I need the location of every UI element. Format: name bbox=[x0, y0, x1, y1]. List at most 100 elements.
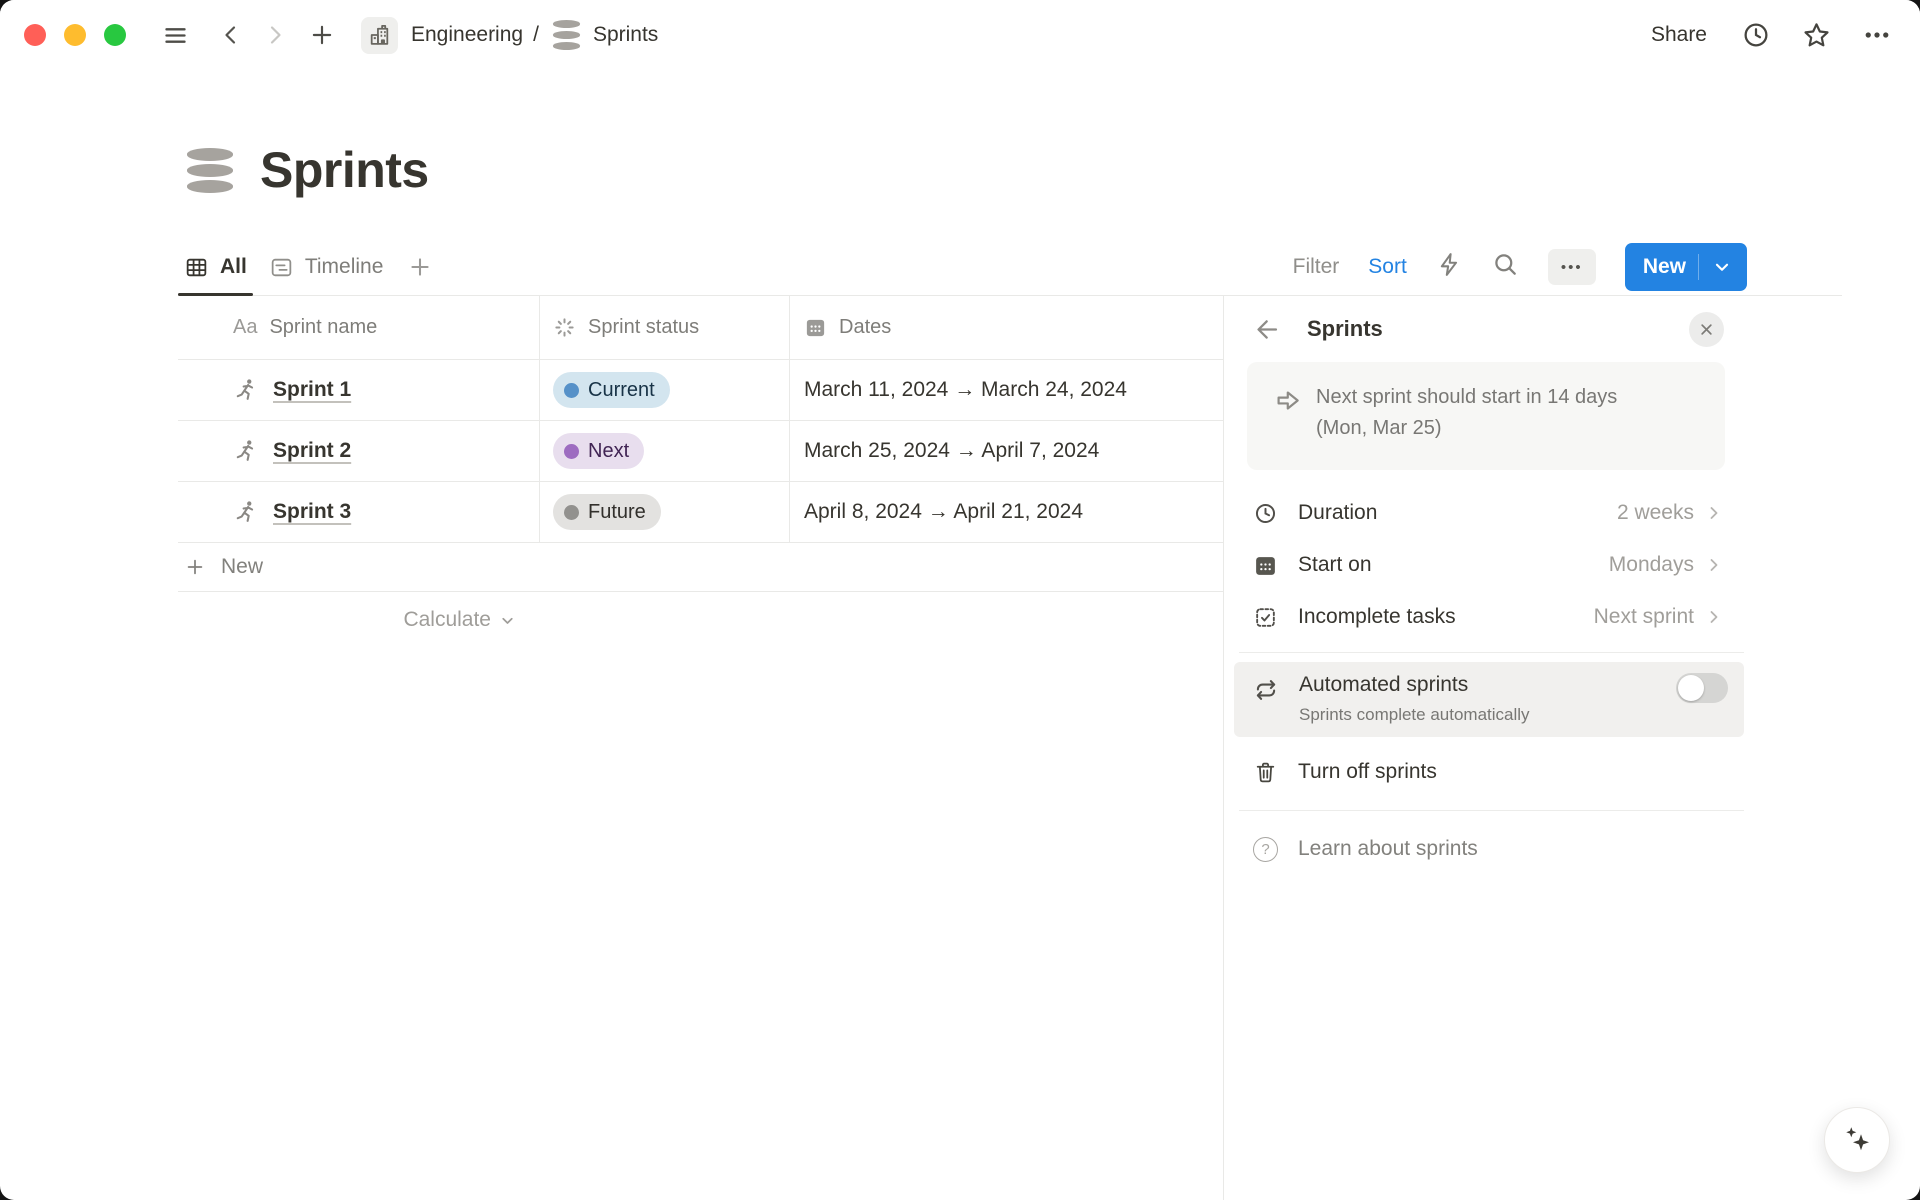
repeat-icon bbox=[1253, 677, 1279, 703]
cell-sprint-name[interactable]: Sprint 1 bbox=[178, 360, 540, 420]
cell-sprint-status[interactable]: Future bbox=[540, 482, 790, 542]
automations-lightning-icon[interactable] bbox=[1436, 251, 1463, 283]
back-icon[interactable] bbox=[219, 23, 243, 47]
callout-line1: Next sprint should start in 14 days bbox=[1316, 382, 1617, 413]
new-entry-label: New bbox=[1643, 255, 1686, 279]
close-panel-button[interactable] bbox=[1689, 312, 1724, 347]
breadcrumb-workspace[interactable]: Engineering bbox=[411, 23, 523, 47]
status-dot bbox=[564, 383, 579, 398]
clock-icon bbox=[1253, 501, 1278, 526]
more-options-icon[interactable] bbox=[1862, 20, 1892, 50]
cell-dates[interactable]: March 25, 2024 → April 7, 2024 bbox=[790, 421, 1223, 481]
top-bar: Engineering / Sprints Share bbox=[0, 0, 1920, 70]
add-row-label: New bbox=[221, 555, 263, 579]
next-sprint-callout: Next sprint should start in 14 days (Mon… bbox=[1247, 362, 1725, 470]
view-options-icon[interactable]: ••• bbox=[1548, 249, 1596, 285]
back-arrow-icon[interactable] bbox=[1253, 315, 1282, 344]
breadcrumb-page[interactable]: Sprints bbox=[593, 23, 658, 47]
view-tabs: All Timeline bbox=[178, 239, 389, 295]
page-title: Sprints bbox=[260, 141, 429, 199]
sprint-settings-list: Duration 2 weeks Start on Mondays Incomp… bbox=[1253, 487, 1724, 643]
forward-icon[interactable] bbox=[263, 23, 287, 47]
sprint-page-link[interactable]: Sprint 2 bbox=[273, 439, 351, 463]
add-row-button[interactable]: New bbox=[178, 543, 1223, 592]
date-range: March 25, 2024 → April 7, 2024 bbox=[804, 439, 1099, 463]
cell-sprint-status[interactable]: Current bbox=[540, 360, 790, 420]
workspace-building-icon[interactable] bbox=[361, 17, 398, 54]
setting-duration[interactable]: Duration 2 weeks bbox=[1253, 487, 1724, 539]
sprint-page-link[interactable]: Sprint 1 bbox=[273, 378, 351, 402]
status-label: Current bbox=[588, 379, 655, 402]
table-view-icon bbox=[184, 255, 209, 280]
status-label: Next bbox=[588, 440, 629, 463]
share-button[interactable]: Share bbox=[1651, 23, 1707, 47]
column-label: Sprint name bbox=[269, 316, 377, 339]
toggle-knob bbox=[1678, 675, 1704, 701]
close-window-button[interactable] bbox=[24, 24, 46, 46]
column-header-dates[interactable]: Dates bbox=[790, 296, 1223, 359]
new-button-divider bbox=[1698, 254, 1699, 280]
updates-clock-icon[interactable] bbox=[1741, 20, 1771, 50]
table-row: Sprint 3 Future April 8, 2024 → April 21… bbox=[178, 482, 1223, 543]
view-toolbar: All Timeline Filter Sort ••• New bbox=[178, 239, 1842, 296]
setting-start-on[interactable]: Start on Mondays bbox=[1253, 539, 1724, 591]
panel-divider bbox=[1239, 810, 1744, 811]
column-header-sprint-status[interactable]: Sprint status bbox=[540, 296, 790, 359]
panel-header: Sprints bbox=[1253, 296, 1724, 362]
sidebar-menu-icon[interactable] bbox=[162, 22, 189, 49]
column-header-sprint-name[interactable]: Aa Sprint name bbox=[178, 296, 540, 359]
setting-label: Incomplete tasks bbox=[1298, 605, 1456, 629]
tab-timeline[interactable]: Timeline bbox=[263, 239, 390, 295]
panel-divider bbox=[1239, 652, 1744, 653]
learn-about-sprints-row[interactable]: ? Learn about sprints bbox=[1253, 820, 1724, 878]
cell-dates[interactable]: March 11, 2024 → March 24, 2024 bbox=[790, 360, 1223, 420]
chevron-right-icon bbox=[1704, 503, 1724, 523]
setting-value: Mondays bbox=[1609, 553, 1694, 577]
turn-off-sprints-label: Turn off sprints bbox=[1298, 760, 1437, 784]
cell-sprint-name[interactable]: Sprint 3 bbox=[178, 482, 540, 542]
search-icon[interactable] bbox=[1492, 251, 1519, 283]
automated-sprints-text: Automated sprints Sprints complete autom… bbox=[1299, 673, 1530, 725]
calendar-icon bbox=[804, 316, 827, 339]
runner-icon bbox=[233, 438, 259, 464]
setting-label: Duration bbox=[1298, 501, 1377, 525]
filter-button[interactable]: Filter bbox=[1293, 255, 1340, 279]
tab-all[interactable]: All bbox=[178, 239, 253, 295]
favorite-star-icon[interactable] bbox=[1801, 20, 1832, 51]
chevron-down-icon[interactable] bbox=[1711, 256, 1733, 278]
chevron-down-icon bbox=[499, 612, 516, 629]
setting-incomplete-tasks[interactable]: Incomplete tasks Next sprint bbox=[1253, 591, 1724, 643]
chevron-right-icon bbox=[1704, 607, 1724, 627]
help-question-icon: ? bbox=[1253, 837, 1278, 862]
cell-dates[interactable]: April 8, 2024 → April 21, 2024 bbox=[790, 482, 1223, 542]
column-label: Dates bbox=[839, 316, 891, 339]
new-entry-button[interactable]: New bbox=[1625, 243, 1747, 291]
text-property-icon: Aa bbox=[233, 316, 257, 339]
page-header: Sprints bbox=[187, 141, 429, 199]
timeline-view-icon bbox=[269, 255, 294, 280]
sprint-page-link[interactable]: Sprint 3 bbox=[273, 500, 351, 524]
chevron-right-icon bbox=[1704, 555, 1724, 575]
cell-sprint-status[interactable]: Next bbox=[540, 421, 790, 481]
sort-button[interactable]: Sort bbox=[1368, 255, 1407, 279]
breadcrumb-database-icon bbox=[553, 20, 580, 50]
add-view-plus-icon[interactable] bbox=[407, 254, 433, 280]
page-database-icon[interactable] bbox=[187, 148, 233, 193]
status-pill[interactable]: Current bbox=[553, 372, 670, 408]
cell-sprint-name[interactable]: Sprint 2 bbox=[178, 421, 540, 481]
automated-sprints-toggle[interactable] bbox=[1676, 673, 1728, 703]
calculate-control[interactable]: Calculate bbox=[178, 592, 540, 648]
column-label: Sprint status bbox=[588, 316, 699, 339]
automated-sprints-description: Sprints complete automatically bbox=[1299, 705, 1530, 725]
turn-off-sprints-row[interactable]: Turn off sprints bbox=[1253, 743, 1724, 801]
callout-line2: (Mon, Mar 25) bbox=[1316, 413, 1617, 444]
ai-assistant-button[interactable] bbox=[1824, 1107, 1890, 1173]
zoom-window-button[interactable] bbox=[104, 24, 126, 46]
status-pill[interactable]: Future bbox=[553, 494, 661, 530]
status-pill[interactable]: Next bbox=[553, 433, 644, 469]
new-page-plus-icon[interactable] bbox=[309, 22, 335, 48]
calculate-label: Calculate bbox=[403, 608, 491, 632]
automated-sprints-row[interactable]: Automated sprints Sprints complete autom… bbox=[1234, 662, 1744, 737]
minimize-window-button[interactable] bbox=[64, 24, 86, 46]
runner-icon bbox=[233, 377, 259, 403]
